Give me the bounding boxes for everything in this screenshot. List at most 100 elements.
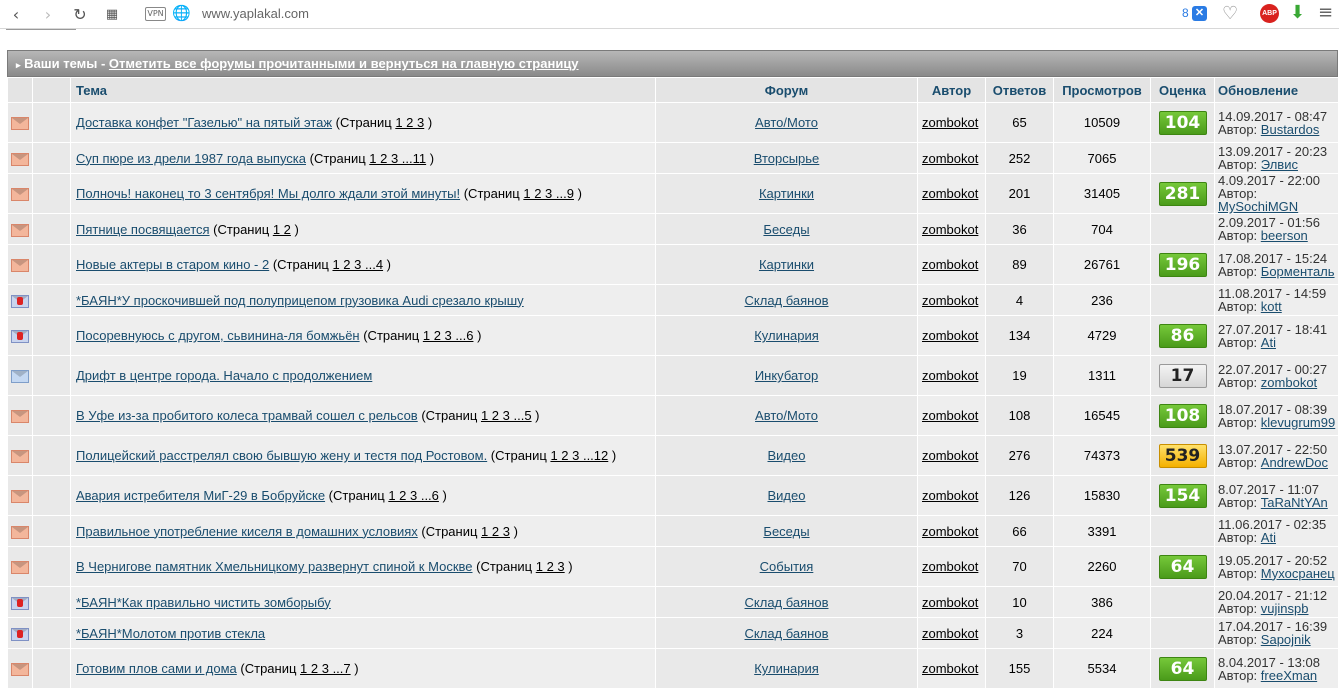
replies-cell: 276 (985, 435, 1054, 476)
topic-link[interactable]: *БАЯН*Молотом против стекла (76, 626, 265, 641)
author-link[interactable]: zombokot (922, 257, 978, 272)
last-author-link[interactable]: Борменталь (1261, 264, 1335, 279)
author-link[interactable]: zombokot (922, 222, 978, 237)
forum-link[interactable]: Беседы (763, 524, 809, 539)
author-link[interactable]: zombokot (922, 328, 978, 343)
author-link[interactable]: zombokot (922, 661, 978, 676)
last-author-link[interactable]: Bustardos (1261, 122, 1320, 137)
author-link[interactable]: zombokot (922, 186, 978, 201)
header-views[interactable]: Просмотров (1053, 77, 1151, 103)
topic-link[interactable]: Правильное употребление киселя в домашни… (76, 524, 418, 539)
adblock-icon[interactable]: ABP (1260, 4, 1279, 23)
forum-link[interactable]: Вторсырье (754, 151, 820, 166)
forum-link[interactable]: Кулинария (754, 661, 819, 676)
last-author-link[interactable]: MySochiMGN (1218, 199, 1298, 214)
heart-icon[interactable]: ♡ (1222, 3, 1238, 24)
topic-link[interactable]: Полночь! наконец то 3 сентября! Мы долго… (76, 186, 460, 201)
topic-link[interactable]: Полицейский расстрелял свою бывшую жену … (76, 448, 487, 463)
page-links[interactable]: 1 2 3 (481, 524, 510, 539)
page-links[interactable]: 1 2 3 ...4 (332, 257, 383, 272)
row-icon-cell (7, 435, 33, 476)
forum-link[interactable]: Кулинария (754, 328, 819, 343)
last-author-link[interactable]: TaRaNtYAn (1261, 495, 1328, 510)
page-links[interactable]: 1 2 3 (395, 115, 424, 130)
page-links[interactable]: 1 2 3 ...6 (423, 328, 474, 343)
forum-link[interactable]: Картинки (759, 186, 814, 201)
page-links[interactable]: 1 2 (273, 222, 291, 237)
last-author-link[interactable]: Мухосранец (1261, 566, 1335, 581)
header-rating[interactable]: Оценка (1150, 77, 1215, 103)
forum-link[interactable]: Склад баянов (745, 626, 829, 641)
menu-icon[interactable]: ≡ (1318, 2, 1333, 23)
topic-link[interactable]: Авария истребителя МиГ-29 в Бобруйске (76, 488, 325, 503)
last-author-link[interactable]: vujinspb (1261, 601, 1309, 616)
extension-icon[interactable]: ✕ (1192, 6, 1207, 21)
author-link[interactable]: zombokot (922, 151, 978, 166)
topic-link[interactable]: Доставка конфет "Газелью" на пятый этаж (76, 115, 332, 130)
topic-link[interactable]: Новые актеры в старом кино - 2 (76, 257, 269, 272)
page-links[interactable]: 1 2 3 ...5 (481, 408, 532, 423)
author-link[interactable]: zombokot (922, 524, 978, 539)
header-topic[interactable]: Тема (70, 77, 656, 103)
author-link[interactable]: zombokot (922, 448, 978, 463)
page-links[interactable]: 1 2 3 (536, 559, 565, 574)
header-author[interactable]: Автор (917, 77, 986, 103)
back-icon[interactable]: ‹ (6, 4, 26, 24)
pages-prefix: (Страниц (306, 150, 370, 166)
topic-link[interactable]: *БАЯН*Как правильно чистить зомборыбу (76, 595, 331, 610)
forum-link[interactable]: Авто/Мото (755, 115, 818, 130)
page-links[interactable]: 1 2 3 ...9 (523, 186, 574, 201)
author-link[interactable]: zombokot (922, 115, 978, 130)
author-link[interactable]: zombokot (922, 408, 978, 423)
page-links[interactable]: 1 2 3 ...12 (550, 448, 608, 463)
topic-link[interactable]: Пятнице посвящается (76, 222, 210, 237)
forum-link[interactable]: Склад баянов (745, 293, 829, 308)
header-replies[interactable]: Ответов (985, 77, 1054, 103)
author-link[interactable]: zombokot (922, 293, 978, 308)
vpn-badge[interactable]: VPN (145, 7, 166, 21)
topic-link[interactable]: Посоревнуюсь с другом, сьвинина-ля бомжь… (76, 328, 360, 343)
forum-link[interactable]: Авто/Мото (755, 408, 818, 423)
author-cell: zombokot (917, 617, 986, 649)
mark-all-read-link[interactable]: Отметить все форумы прочитанными и верну… (109, 56, 579, 71)
page-links[interactable]: 1 2 3 ...7 (300, 661, 351, 676)
author-link[interactable]: zombokot (922, 368, 978, 383)
topic-link[interactable]: Суп пюре из дрели 1987 года выпуска (76, 151, 306, 166)
last-author-link[interactable]: kott (1261, 299, 1282, 314)
topic-link[interactable]: В Уфе из-за пробитого колеса трамвай сош… (76, 408, 418, 423)
last-author-link[interactable]: Ati (1261, 335, 1276, 350)
header-update[interactable]: Обновление (1214, 77, 1339, 103)
row-spacer-cell (32, 355, 71, 396)
speed-dial-icon[interactable]: ▦ (102, 4, 122, 24)
forum-link[interactable]: Картинки (759, 257, 814, 272)
last-author-link[interactable]: Sapojnik (1261, 632, 1311, 647)
author-link[interactable]: zombokot (922, 626, 978, 641)
reload-icon[interactable]: ↻ (70, 4, 90, 24)
last-author-link[interactable]: Ati (1261, 530, 1276, 545)
forum-link[interactable]: Инкубатор (755, 368, 818, 383)
forum-link[interactable]: Беседы (763, 222, 809, 237)
forum-link[interactable]: Склад баянов (745, 595, 829, 610)
forum-link[interactable]: Видео (768, 488, 806, 503)
address-bar[interactable]: www.yaplakal.com (202, 6, 309, 21)
download-icon[interactable]: ⬇ (1290, 2, 1305, 23)
last-author-link[interactable]: AndrewDoc (1261, 455, 1328, 470)
page-links[interactable]: 1 2 3 ...6 (388, 488, 439, 503)
forward-icon[interactable]: › (38, 4, 58, 24)
last-author-link[interactable]: beerson (1261, 228, 1308, 243)
topic-link[interactable]: В Чернигове памятник Хмельницкому развер… (76, 559, 473, 574)
topic-link[interactable]: Дрифт в центре города. Начало с продолже… (76, 368, 372, 383)
forum-link[interactable]: Видео (768, 448, 806, 463)
topic-link[interactable]: *БАЯН*У проскочившей под полуприцепом гр… (76, 293, 524, 308)
forum-link[interactable]: События (760, 559, 814, 574)
last-author-link[interactable]: freeXman (1261, 668, 1317, 683)
last-author-link[interactable]: klevugrum99 (1261, 415, 1335, 430)
author-link[interactable]: zombokot (922, 488, 978, 503)
author-link[interactable]: zombokot (922, 559, 978, 574)
topic-link[interactable]: Готовим плов сами и дома (76, 661, 237, 676)
page-links[interactable]: 1 2 3 ...11 (369, 151, 426, 166)
last-author-link[interactable]: Элвис (1261, 157, 1298, 172)
last-author-link[interactable]: zombokot (1261, 375, 1317, 390)
header-forum[interactable]: Форум (655, 77, 918, 103)
author-link[interactable]: zombokot (922, 595, 978, 610)
